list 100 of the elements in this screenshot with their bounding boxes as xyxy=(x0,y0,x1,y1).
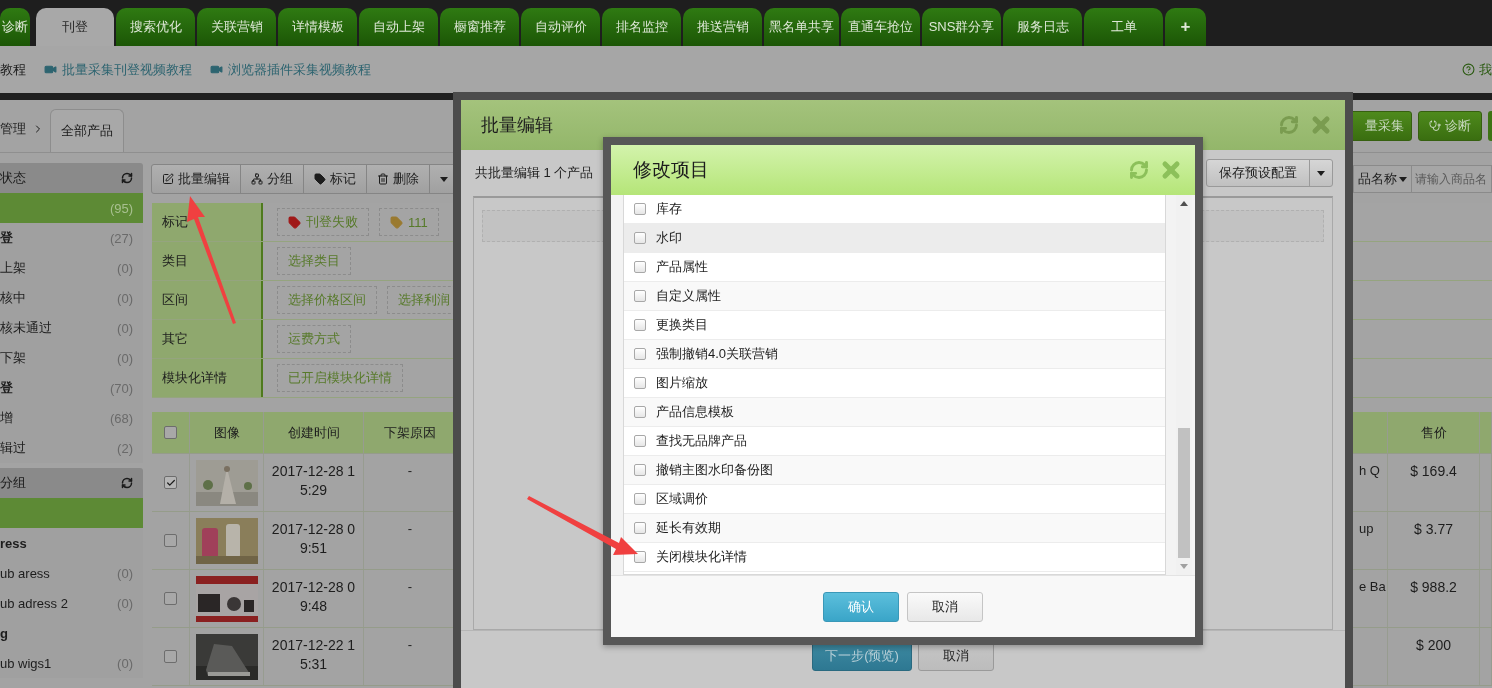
filter-label: 其它 xyxy=(152,320,263,358)
search-field[interactable]: 请输入商品名 xyxy=(1412,165,1492,193)
selection-summary: 共批量编辑 1 个产品 xyxy=(475,164,594,182)
checkbox[interactable] xyxy=(634,522,646,534)
sidebar-item-label: g xyxy=(0,625,8,641)
toolbar-button[interactable]: 批量编辑 xyxy=(151,164,241,194)
checkbox[interactable] xyxy=(634,203,646,215)
sidebar-item-label: 辑过 xyxy=(0,439,26,457)
toolbar-button[interactable]: 标记 xyxy=(303,164,367,194)
refresh-icon[interactable] xyxy=(121,477,133,489)
checkbox[interactable] xyxy=(634,406,646,418)
table-cell: up xyxy=(1359,520,1374,538)
sidebar-item-label: 增 xyxy=(0,409,13,427)
action-button[interactable] xyxy=(1488,111,1492,141)
option-item[interactable]: 水印 xyxy=(624,224,1165,253)
option-item[interactable]: 自定义属性 xyxy=(624,282,1165,311)
sidebar-item-label: ub wigs1 xyxy=(0,655,52,671)
column-header: 售价 xyxy=(1420,423,1447,442)
sidebar-item-label: ress xyxy=(0,535,27,551)
table-cell: - xyxy=(407,578,413,596)
toolbar-button[interactable]: 分组 xyxy=(240,164,304,194)
option-label: 库存 xyxy=(656,200,682,218)
option-label: 延长有效期 xyxy=(656,519,721,537)
cancel-button[interactable]: 取消 xyxy=(907,591,983,622)
nav-tab[interactable]: 服务日志 xyxy=(1003,8,1082,46)
sidebar-item-label: ub aress xyxy=(0,565,50,581)
item-count: (95) xyxy=(109,200,133,216)
breadcrumb-link[interactable]: 管理 xyxy=(0,114,26,138)
table-cell: - xyxy=(407,636,413,654)
search-field-menu[interactable]: 品名称 xyxy=(1353,165,1412,193)
checkbox[interactable] xyxy=(634,319,646,331)
table-cell: e Ba xyxy=(1359,578,1386,596)
checkbox[interactable] xyxy=(164,534,177,547)
checkbox[interactable] xyxy=(634,464,646,476)
option-item[interactable]: 延长有效期 xyxy=(624,514,1165,543)
nav-tab[interactable]: 详情模板 xyxy=(278,8,357,46)
nav-tab[interactable]: 刊登 xyxy=(36,8,114,46)
sidebar-item-label: 上架 xyxy=(0,259,26,277)
tag-icon xyxy=(314,173,326,185)
nav-tab[interactable]: 橱窗推荐 xyxy=(440,8,519,46)
nav-tab[interactable]: 直通车抢位 xyxy=(841,8,920,46)
checkbox[interactable] xyxy=(634,290,646,302)
table-cell: $ 3.77 xyxy=(1414,520,1453,539)
nav-tab[interactable]: 黑名单共享 xyxy=(764,8,839,46)
nav-tab[interactable]: SNS群分享 xyxy=(922,8,1001,46)
help-icon xyxy=(1462,63,1475,76)
toolbar-button[interactable]: 删除 xyxy=(366,164,430,194)
checkbox[interactable] xyxy=(634,348,646,360)
table-cell: $ 200 xyxy=(1415,636,1451,655)
trash-icon xyxy=(377,173,389,185)
option-label: 图片缩放 xyxy=(656,374,708,392)
checkbox[interactable] xyxy=(164,476,177,489)
checkbox[interactable] xyxy=(634,377,646,389)
filter-label: 标记 xyxy=(152,203,263,241)
table-cell-text: 2017-12-28 15:29 xyxy=(270,462,357,500)
help-link[interactable]: 我 xyxy=(1462,60,1492,79)
edit-icon xyxy=(162,173,174,185)
diagnose-button[interactable]: 诊断 xyxy=(1418,111,1482,141)
nav-tab[interactable]: 关联营销 xyxy=(197,8,276,46)
sidebar-item-label: 核未通过 xyxy=(0,319,52,337)
refresh-icon[interactable] xyxy=(121,172,133,184)
sidebar-item-label: 登 xyxy=(0,379,13,397)
nav-tab[interactable]: 推送营销 xyxy=(683,8,762,46)
filter-label: 区间 xyxy=(152,281,263,319)
table-cell: - xyxy=(407,520,413,538)
option-item[interactable]: 产品信息模板 xyxy=(624,398,1165,427)
filter-label: 类目 xyxy=(152,242,263,280)
checkbox[interactable] xyxy=(634,435,646,447)
nav-tab[interactable]: 排名监控 xyxy=(602,8,681,46)
option-item[interactable]: 强制撤销4.0关联营销 xyxy=(624,340,1165,369)
table-cell-text: 2017-12-28 09:51 xyxy=(270,520,357,558)
checkbox[interactable] xyxy=(634,232,646,244)
checkbox[interactable] xyxy=(634,551,646,563)
checkbox[interactable] xyxy=(164,592,177,605)
option-label: 关闭模块化详情 xyxy=(656,548,747,566)
nav-tab[interactable]: + xyxy=(1165,8,1206,46)
hierarchy-icon xyxy=(251,173,263,185)
option-item[interactable]: 撤销主图水印备份图 xyxy=(624,456,1165,485)
nav-tab[interactable]: 搜索优化 xyxy=(116,8,195,46)
nav-tab[interactable]: 工单 xyxy=(1084,8,1163,46)
nav-tab[interactable]: 诊断 xyxy=(0,8,30,46)
page-tab[interactable]: 全部产品 xyxy=(50,109,124,152)
video-icon xyxy=(210,63,223,76)
dialog-title: 修改项目 xyxy=(633,158,709,182)
checkbox[interactable] xyxy=(634,261,646,273)
nav-tab[interactable]: 自动上架 xyxy=(359,8,438,46)
column-header: 图像 xyxy=(213,423,240,442)
sidebar-title: 状态 xyxy=(0,169,26,187)
sidebar-item-label: 登 xyxy=(0,229,13,247)
caret-icon xyxy=(440,176,448,182)
caret-icon xyxy=(1399,176,1407,182)
caret-icon xyxy=(1317,170,1325,176)
option-label: 产品信息模板 xyxy=(656,403,734,421)
checkbox[interactable] xyxy=(634,493,646,505)
nav-tab[interactable]: 自动评价 xyxy=(521,8,600,46)
checkbox[interactable] xyxy=(164,426,177,439)
check-icon xyxy=(165,477,176,488)
sidebar-item-label: 核中 xyxy=(0,289,26,307)
video-icon xyxy=(44,63,57,76)
checkbox[interactable] xyxy=(164,650,177,663)
